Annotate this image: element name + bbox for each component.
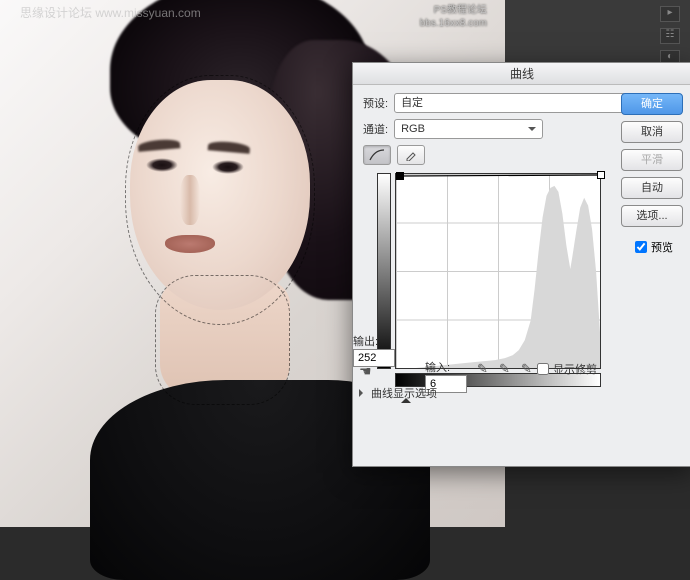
curve-tool-button[interactable] [363,145,391,165]
show-clipping-checkbox[interactable] [537,363,549,375]
show-clipping-label: 显示修剪 [553,361,597,377]
target-adjust-icon[interactable]: ☚ [359,363,372,380]
curve-point-selected[interactable] [396,172,404,180]
curves-graph[interactable] [395,173,601,369]
dialog-title: 曲线 [353,63,690,85]
watermark: PS教程论坛bbs.16xx8.com [420,4,487,30]
disclosure-triangle-icon [359,389,367,397]
channel-select[interactable]: RGB [394,119,543,139]
pencil-tool-button[interactable] [397,145,425,165]
marching-ants-selection [155,275,290,405]
watermark: 思缘设计论坛 www.missyuan.com [20,4,201,21]
input-label: 输入: [425,362,450,374]
ok-button[interactable]: 确定 [621,93,683,115]
curve-display-options-toggle[interactable]: 曲线显示选项 [359,385,437,401]
gray-point-eyedropper-icon[interactable]: ✎ [499,361,513,375]
white-point-eyedropper-icon[interactable]: ✎ [521,361,535,375]
channel-label: 通道: [363,121,388,137]
curves-dialog: 曲线 预设: 自定 通道: RGB [352,62,690,467]
cancel-button[interactable]: 取消 [621,121,683,143]
auto-button[interactable]: 自动 [621,177,683,199]
preview-checkbox[interactable] [635,241,647,253]
black-point-eyedropper-icon[interactable]: ✎ [477,361,491,375]
options-button[interactable]: 选项... [621,205,683,227]
preview-label: 预览 [651,239,673,255]
preset-select[interactable]: 自定 [394,93,659,113]
panel-icon[interactable]: ☷ [660,28,680,44]
curve-point[interactable] [597,171,605,179]
preset-label: 预设: [363,95,388,111]
panel-icon[interactable]: ▸ [660,6,680,22]
output-label: 输出: [353,333,395,349]
smooth-button[interactable]: 平滑 [621,149,683,171]
